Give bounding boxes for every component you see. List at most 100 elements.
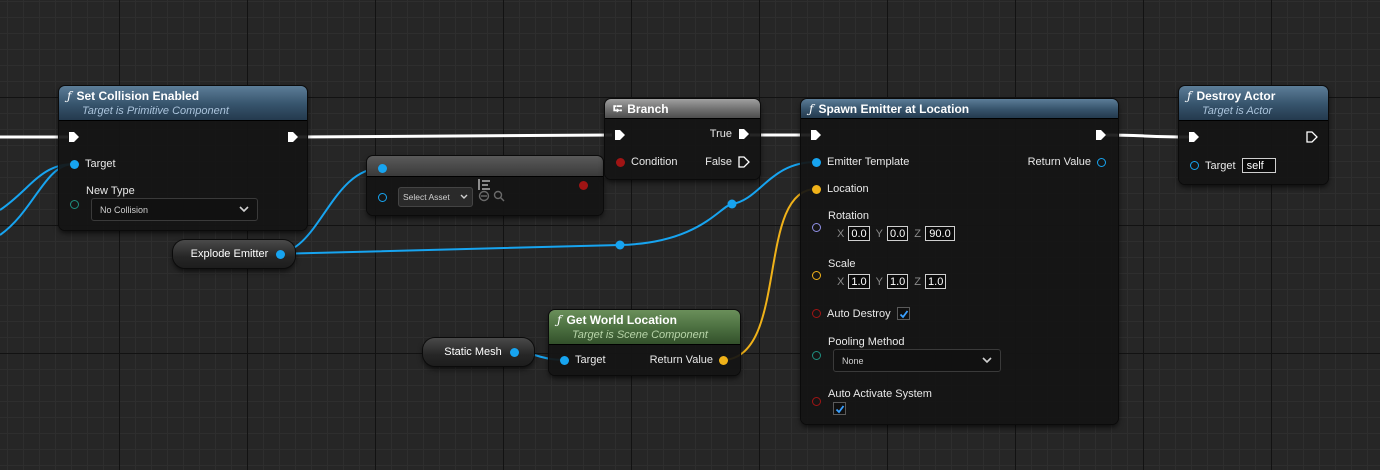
emitter-template-label: Emitter Template [827, 156, 910, 168]
scale-label: Scale [828, 258, 856, 270]
static-mesh-variable[interactable]: Static Mesh [423, 338, 534, 366]
wire-reroute-dot[interactable] [727, 199, 737, 209]
node-header[interactable]: ƒ Destroy Actor Target is Actor [1179, 86, 1328, 121]
search-icon[interactable] [493, 190, 505, 202]
checkmark-icon [899, 310, 908, 319]
node-header[interactable]: ƒ Set Collision Enabled Target is Primiti… [59, 86, 307, 121]
checkmark-icon [835, 405, 845, 414]
branch-icon: ⮓ [613, 102, 623, 116]
node-title: Destroy Actor [1196, 89, 1276, 103]
target-pin[interactable] [1190, 161, 1199, 170]
use-selected-icon[interactable] [478, 190, 490, 202]
rotation-label: Rotation [828, 210, 869, 222]
target-label: Target [1205, 159, 1236, 172]
new-type-value: No Collision [100, 204, 149, 215]
new-type-dropdown[interactable]: No Collision [91, 198, 258, 221]
condition-pin[interactable] [616, 157, 625, 167]
asset-output-pin[interactable] [579, 181, 588, 190]
select-asset-value: Select Asset [403, 192, 450, 202]
scale-z-field[interactable]: 1.0 [925, 274, 947, 289]
rotation-x-field[interactable]: 0.0 [848, 226, 870, 241]
variable-output-pin[interactable] [509, 347, 519, 357]
wire-reroute-dot[interactable] [615, 240, 625, 250]
exec-wire-collision-branch [296, 133, 613, 139]
rotation-y-field[interactable]: 0.0 [886, 226, 909, 241]
emitter-template-pin[interactable] [812, 157, 821, 167]
auto-activate-label: Auto Activate System [828, 388, 932, 400]
exec-true-pin[interactable] [738, 128, 750, 140]
exec-out-pin[interactable] [1095, 129, 1107, 141]
axis-x-label: X [837, 275, 845, 288]
exec-in-pin[interactable] [1188, 131, 1200, 143]
exec-out-pin[interactable] [287, 131, 299, 143]
condition-label: Condition [631, 156, 678, 168]
node-title: Branch [627, 102, 669, 116]
variable-label: Explode Emitter [190, 248, 269, 260]
rotation-pin[interactable] [812, 223, 821, 232]
auto-destroy-pin[interactable] [812, 309, 821, 318]
node-subtitle: Target is Primitive Component [82, 105, 229, 117]
destroy-actor-node[interactable]: ƒ Destroy Actor Target is Actor Target se… [1179, 86, 1328, 184]
node-header[interactable]: ƒ Get World Location Target is Scene Comp… [549, 310, 740, 345]
exec-in-pin[interactable] [68, 131, 80, 143]
new-type-pin[interactable] [70, 200, 79, 209]
node-header[interactable] [367, 156, 603, 177]
pooling-method-value: None [842, 355, 864, 366]
scale-x-field[interactable]: 1.0 [848, 274, 870, 289]
target-pin[interactable] [70, 159, 79, 169]
function-f-icon: ƒ [1187, 89, 1192, 103]
exec-wire-spawn-destroy [1105, 133, 1191, 139]
wire-layer [0, 133, 1191, 361]
location-pin[interactable] [812, 184, 821, 194]
scale-pin[interactable] [812, 271, 821, 280]
axis-x-label: X [837, 227, 845, 240]
select-asset-dropdown[interactable]: Select Asset [398, 187, 473, 207]
variable-output-pin[interactable] [276, 249, 286, 259]
chevron-down-icon [460, 194, 468, 199]
set-collision-enabled-node[interactable]: ƒ Set Collision Enabled Target is Primiti… [59, 86, 307, 230]
target-pin[interactable] [560, 355, 569, 365]
node-title: Get World Location [566, 313, 677, 327]
return-value-label: Return Value [1027, 156, 1091, 168]
pooling-method-pin[interactable] [812, 351, 821, 360]
return-value-pin[interactable] [719, 355, 728, 365]
return-value-pin[interactable] [1097, 157, 1106, 167]
spawn-emitter-node[interactable]: ƒ Spawn Emitter at Location Emitter Templ… [801, 99, 1118, 424]
auto-activate-pin[interactable] [812, 397, 821, 406]
node-header[interactable]: ƒ Spawn Emitter at Location [801, 99, 1118, 119]
asset-target-pin[interactable] [378, 193, 387, 202]
axis-z-label: Z [914, 227, 922, 240]
false-label: False [705, 156, 732, 168]
axis-y-label: Y [875, 275, 883, 288]
new-type-label: New Type [86, 185, 135, 197]
explode-emitter-variable[interactable]: Explode Emitter [173, 240, 295, 268]
target-self-field[interactable]: self [1241, 158, 1276, 173]
node-title: Spawn Emitter at Location [818, 102, 970, 116]
axis-z-label: Z [914, 275, 922, 288]
scale-y-field[interactable]: 1.0 [886, 274, 909, 289]
target-label: Target [575, 354, 606, 366]
variable-label: Static Mesh [444, 346, 502, 358]
auto-activate-checkbox[interactable] [833, 402, 846, 415]
return-value-label: Return Value [649, 354, 713, 366]
pooling-method-dropdown[interactable]: None [833, 349, 1001, 372]
branch-node[interactable]: ⮓ Branch True Condition False [605, 99, 760, 179]
axis-y-label: Y [875, 227, 883, 240]
get-world-location-node[interactable]: ƒ Get World Location Target is Scene Comp… [549, 310, 740, 375]
true-label: True [709, 128, 732, 140]
exec-false-pin[interactable] [738, 156, 750, 168]
chevron-down-icon [239, 206, 249, 213]
location-label: Location [827, 183, 869, 195]
asset-node[interactable]: Select Asset [367, 156, 603, 215]
rotation-z-field[interactable]: 90.0 [925, 226, 956, 241]
exec-out-pin[interactable] [1306, 131, 1318, 143]
exec-in-pin[interactable] [614, 129, 626, 141]
target-label: Target [85, 158, 116, 170]
auto-destroy-checkbox[interactable] [896, 307, 910, 320]
function-f-icon: ƒ [809, 102, 814, 116]
function-f-icon: ƒ [557, 313, 562, 327]
exec-in-pin[interactable] [810, 129, 822, 141]
asset-input-pin[interactable] [378, 164, 387, 173]
pooling-method-label: Pooling Method [828, 336, 905, 348]
node-header[interactable]: ⮓ Branch [605, 99, 760, 119]
